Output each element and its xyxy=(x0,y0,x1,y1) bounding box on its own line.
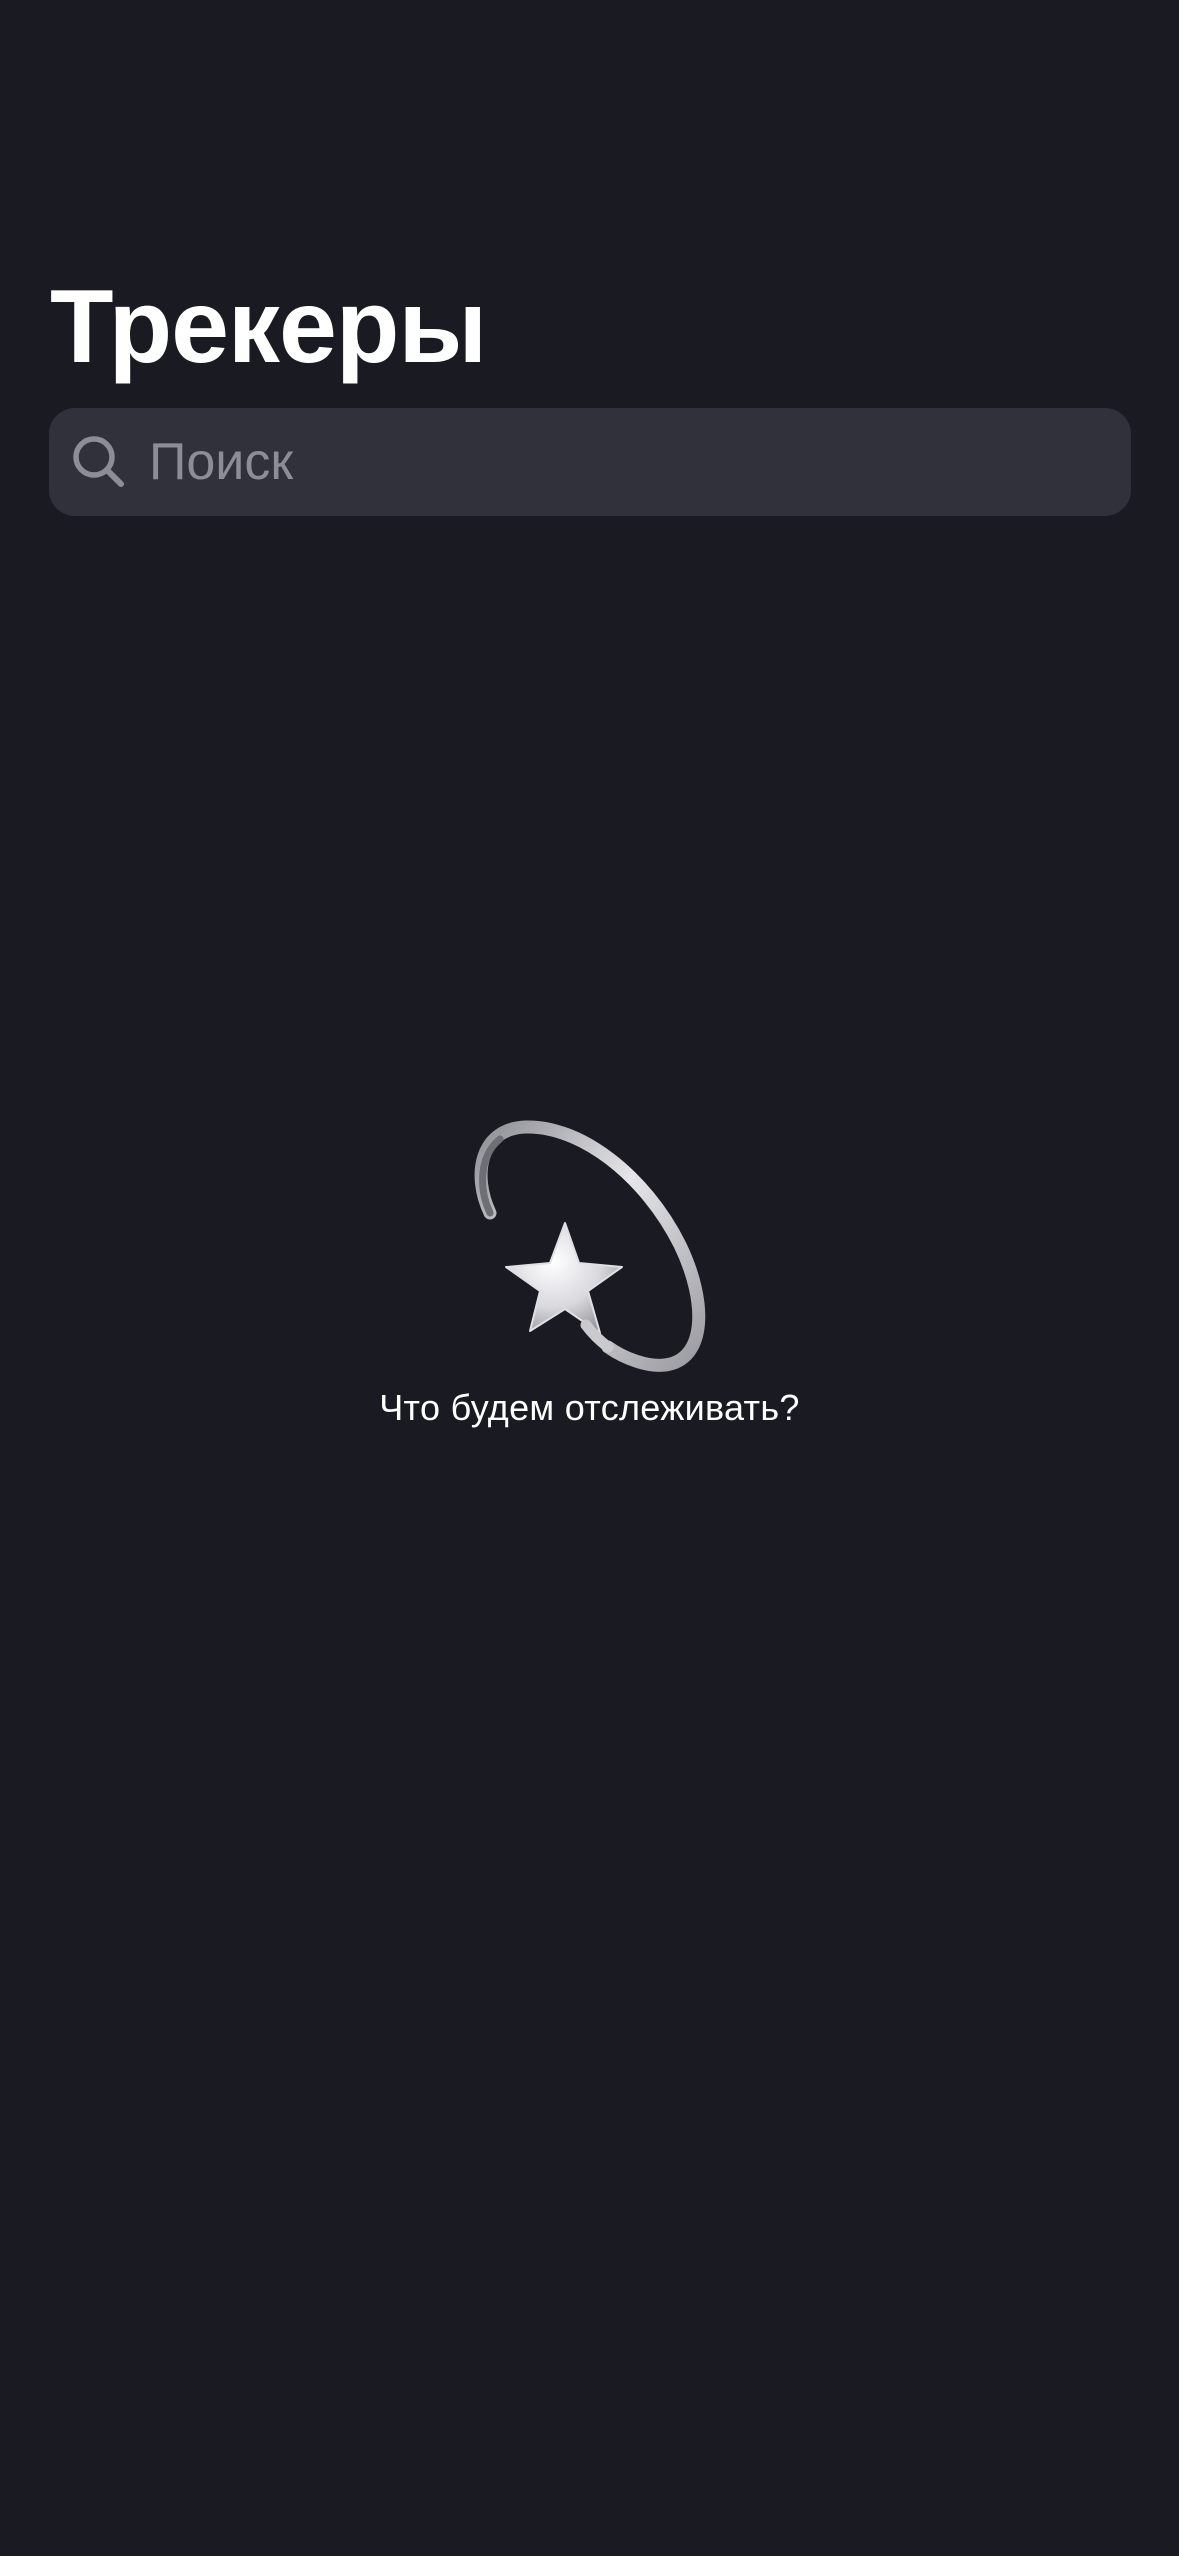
search-input[interactable] xyxy=(149,408,1131,516)
page-title: Трекеры xyxy=(50,269,487,385)
trackers-screen: Трекеры Поиск Что будем отслеживать? xyxy=(0,0,1179,2556)
search-bar[interactable] xyxy=(49,408,1131,516)
search-icon xyxy=(69,432,129,492)
dizzy-star-icon xyxy=(474,1120,705,1372)
empty-state-message: Что будем отслеживать? xyxy=(379,1387,800,1428)
empty-state: Что будем отслеживать? xyxy=(0,1115,1179,1429)
